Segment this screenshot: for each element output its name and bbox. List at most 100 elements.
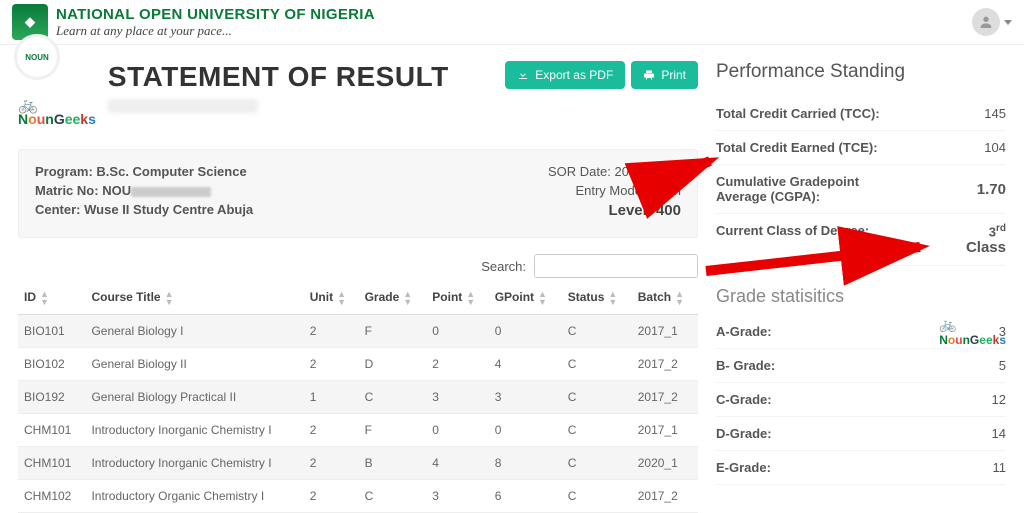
search-label: Search:: [481, 259, 526, 274]
sort-icon: ▲▼: [165, 290, 174, 306]
cell-id: BIO101: [18, 315, 85, 348]
entry-mode: Open: [649, 183, 681, 198]
cell-batch: 2017_2: [632, 381, 698, 414]
cell-title: General Biology I: [85, 315, 303, 348]
noungeeks-logo-mini: 🚲 NounGeeks: [939, 316, 1006, 347]
cell-id: CHM102: [18, 480, 85, 513]
cell-gpoint: 6: [489, 480, 562, 513]
noungeeks-logo: 🚲 NounGeeks: [18, 95, 96, 127]
export-pdf-button[interactable]: Export as PDF: [505, 61, 625, 89]
sort-icon: ▲▼: [403, 290, 412, 306]
cell-title: General Biology Practical II: [85, 381, 303, 414]
university-name: NATIONAL OPEN UNIVERSITY OF NIGERIA: [56, 6, 375, 23]
table-row: CHM102Introductory Organic Chemistry I2C…: [18, 480, 698, 513]
col-unit[interactable]: Unit▲▼: [304, 282, 359, 315]
search-input[interactable]: [534, 254, 698, 278]
d-grade-count: 14: [992, 426, 1006, 441]
col-id[interactable]: ID▲▼: [18, 282, 85, 315]
cell-batch: 2017_1: [632, 315, 698, 348]
sort-icon: ▲▼: [40, 290, 49, 306]
col-grade[interactable]: Grade▲▼: [359, 282, 427, 315]
cell-title: General Biology II: [85, 348, 303, 381]
cell-grade: C: [359, 381, 427, 414]
cell-batch: 2017_2: [632, 480, 698, 513]
redacted-name: [108, 99, 258, 113]
cell-gpoint: 0: [489, 414, 562, 447]
main-panel: 🚲 NounGeeks STATEMENT OF RESULT Export a…: [18, 61, 698, 513]
cell-id: CHM101: [18, 447, 85, 480]
tcc-value: 145: [984, 106, 1006, 121]
sort-icon: ▲▼: [538, 290, 547, 306]
topbar: ◆ NATIONAL OPEN UNIVERSITY OF NIGERIA Le…: [0, 0, 1024, 45]
sort-icon: ▲▼: [337, 290, 346, 306]
cell-grade: F: [359, 315, 427, 348]
university-tagline: Learn at any place at your pace...: [56, 23, 375, 39]
cell-batch: 2017_1: [632, 414, 698, 447]
cell-id: BIO192: [18, 381, 85, 414]
cell-grade: D: [359, 348, 427, 381]
cell-gpoint: 0: [489, 315, 562, 348]
user-menu[interactable]: [972, 8, 1012, 36]
cell-point: 0: [426, 315, 488, 348]
c-grade-count: 12: [992, 392, 1006, 407]
cell-batch: 2020_1: [632, 447, 698, 480]
cell-gpoint: 4: [489, 348, 562, 381]
cell-point: 3: [426, 480, 488, 513]
cell-point: 0: [426, 414, 488, 447]
degree-class: 3rd Class: [966, 223, 1006, 256]
sor-date: 2022-06-30: [615, 164, 682, 179]
redacted-matric: [131, 187, 211, 197]
standing-title: Performance Standing: [716, 61, 1006, 83]
cell-unit: 2: [304, 480, 359, 513]
avatar-icon: [972, 8, 1000, 36]
col-status[interactable]: Status▲▼: [562, 282, 632, 315]
cell-id: CHM101: [18, 414, 85, 447]
cell-unit: 2: [304, 315, 359, 348]
cell-status: C: [562, 381, 632, 414]
table-row: BIO102General Biology II2D24C2017_2: [18, 348, 698, 381]
cell-point: 2: [426, 348, 488, 381]
noun-badge-icon: NOUN: [14, 34, 60, 80]
cell-title: Introductory Organic Chemistry I: [85, 480, 303, 513]
cell-id: BIO102: [18, 348, 85, 381]
col-batch[interactable]: Batch▲▼: [632, 282, 698, 315]
print-icon: [643, 69, 655, 81]
page-title: STATEMENT OF RESULT: [108, 61, 493, 93]
cell-status: C: [562, 348, 632, 381]
cell-point: 4: [426, 447, 488, 480]
matric-value: NOU: [102, 183, 131, 198]
e-grade-count: 11: [993, 460, 1007, 475]
download-icon: [517, 69, 529, 81]
cell-status: C: [562, 447, 632, 480]
grades-title: Grade statisitics 🚲 NounGeeks: [716, 286, 1006, 307]
tce-value: 104: [984, 140, 1006, 155]
chevron-down-icon: [1004, 20, 1012, 25]
results-table: ID▲▼ Course Title▲▼ Unit▲▼ Grade▲▼ Point…: [18, 282, 698, 513]
program-value: B.Sc. Computer Science: [96, 164, 246, 179]
cell-batch: 2017_2: [632, 348, 698, 381]
level-value: 400: [656, 202, 681, 219]
university-title: NATIONAL OPEN UNIVERSITY OF NIGERIA Lear…: [56, 6, 375, 39]
cell-title: Introductory Inorganic Chemistry I: [85, 414, 303, 447]
col-title[interactable]: Course Title▲▼: [85, 282, 303, 315]
b-grade-count: 5: [999, 358, 1006, 373]
center-value: Wuse II Study Centre Abuja: [84, 202, 253, 217]
cell-title: Introductory Inorganic Chemistry I: [85, 447, 303, 480]
table-row: BIO101General Biology I2F00C2017_1: [18, 315, 698, 348]
col-gpoint[interactable]: GPoint▲▼: [489, 282, 562, 315]
print-button[interactable]: Print: [631, 61, 698, 89]
col-point[interactable]: Point▲▼: [426, 282, 488, 315]
sort-icon: ▲▼: [608, 290, 617, 306]
table-row: CHM101Introductory Inorganic Chemistry I…: [18, 447, 698, 480]
cell-status: C: [562, 414, 632, 447]
student-meta: Program: B.Sc. Computer Science Matric N…: [18, 149, 698, 238]
side-panel: Performance Standing Total Credit Carrie…: [716, 61, 1006, 513]
cell-status: C: [562, 315, 632, 348]
cell-grade: C: [359, 480, 427, 513]
table-row: CHM101Introductory Inorganic Chemistry I…: [18, 414, 698, 447]
sort-icon: ▲▼: [675, 290, 684, 306]
cell-grade: F: [359, 414, 427, 447]
cell-gpoint: 3: [489, 381, 562, 414]
sort-icon: ▲▼: [466, 290, 475, 306]
cell-grade: B: [359, 447, 427, 480]
